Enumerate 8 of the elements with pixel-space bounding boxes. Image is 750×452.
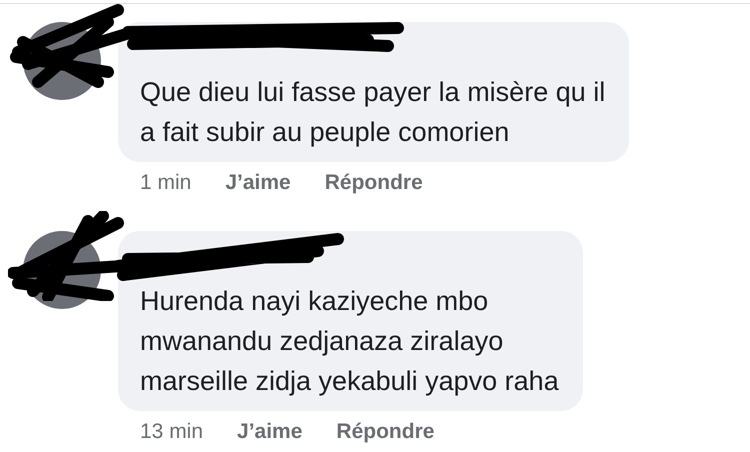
comment-text: Que dieu lui fasse payer la misère qu il a fait subir au peuple comorien [140,76,606,149]
reply-link[interactable]: Répondre [324,170,423,196]
reply-link[interactable]: Répondre [336,419,434,445]
like-link[interactable]: J’aime [225,170,291,196]
comment-time: 13 min [140,419,204,445]
comment-text: Hurenda nayi kaziyeche mbo mwanandu zedjanaza ziralayo marseille zidja yekabuli yapvo raha [140,285,559,398]
like-link[interactable]: J’aime [237,419,302,445]
comment-time: 1 min [140,170,192,196]
